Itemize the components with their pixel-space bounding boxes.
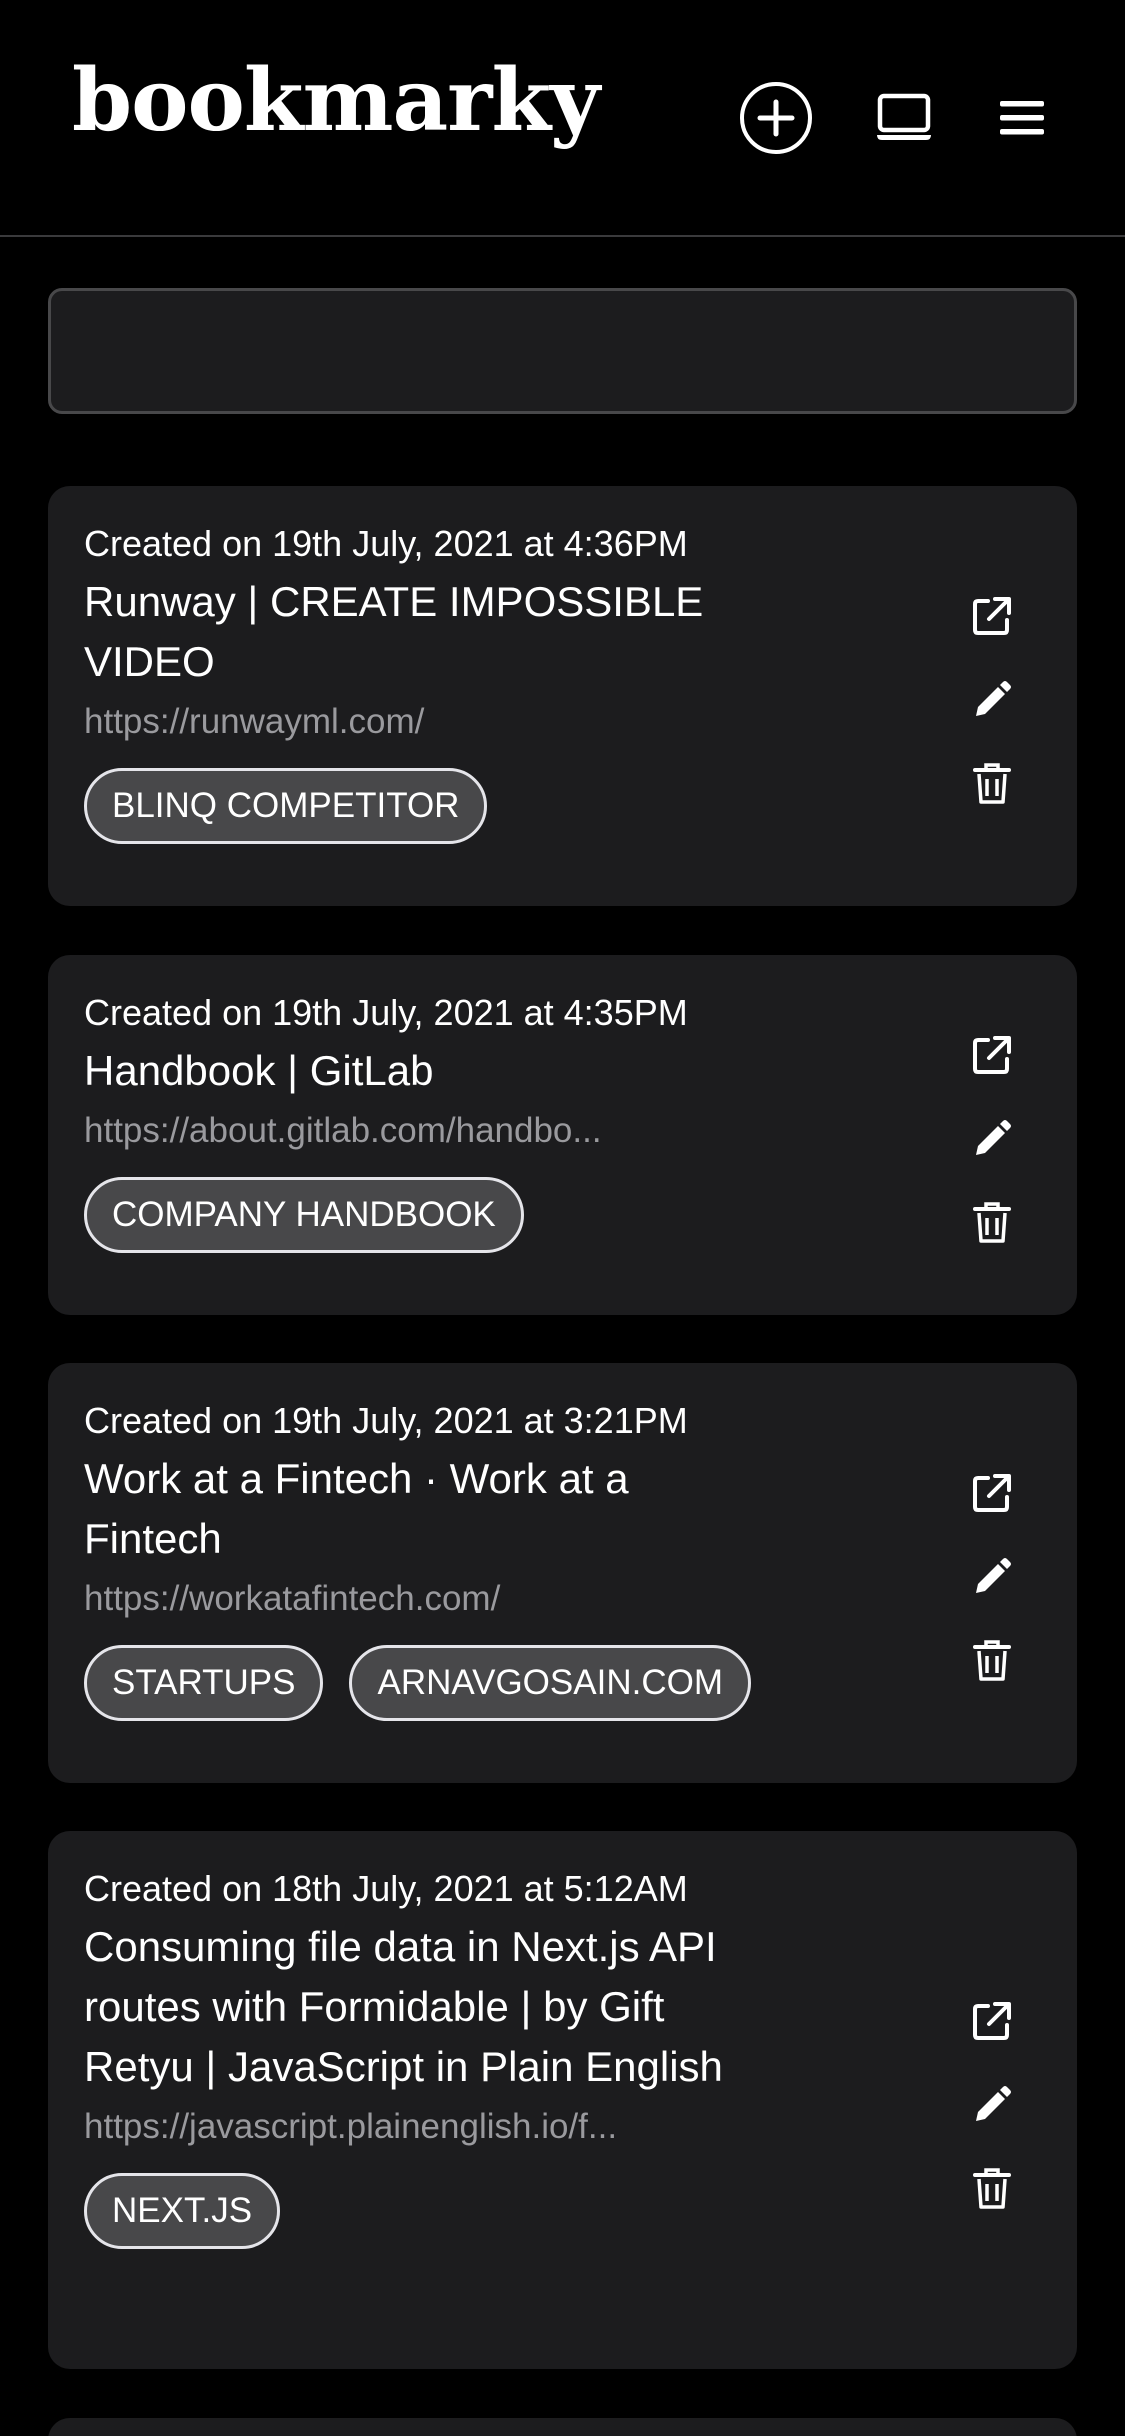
bookmark-card: Created on 19th July, 2021 at 4:35PM Han…: [48, 955, 1077, 1315]
external-link-icon: [973, 1036, 1011, 1074]
tag-chip[interactable]: BLINQ COMPETITOR: [84, 768, 488, 844]
created-date: Created on 19th July, 2021 at 4:35PM: [84, 992, 688, 1033]
card-actions: [966, 1029, 1018, 1281]
edit-button[interactable]: [966, 1551, 1018, 1603]
bookmark-url[interactable]: https://javascript.plainenglish.io/f...: [84, 2103, 724, 2151]
tag-list: BLINQ COMPETITOR: [84, 768, 784, 844]
open-link-button[interactable]: [966, 1029, 1018, 1081]
bookmark-card: Created on 18th July, 2021 at 5:12AM Con…: [48, 1831, 1077, 2369]
delete-button[interactable]: [966, 1635, 1018, 1687]
search-input[interactable]: [48, 288, 1077, 414]
app-logo: bookmarky: [72, 50, 600, 151]
pencil-icon: [976, 1558, 1011, 1593]
bookmark-url[interactable]: https://about.gitlab.com/handbo...: [84, 1107, 724, 1155]
bookmark-title[interactable]: Handbook | GitLab: [84, 1041, 764, 1101]
card-actions: [966, 1467, 1018, 1719]
card-actions: [966, 590, 1018, 842]
add-bookmark-button[interactable]: [736, 78, 816, 158]
app-screen: bookmarky Created on 19th July, 2021 at …: [0, 0, 1125, 2436]
external-link-icon: [973, 1474, 1011, 1512]
laptop-icon: [877, 93, 931, 140]
bookmark-card: Created on 19th July, 2021 at 3:21PM Wor…: [48, 1363, 1077, 1783]
card-actions: [966, 1995, 1018, 2247]
trash-icon: [973, 1640, 1011, 1681]
delete-button[interactable]: [966, 758, 1018, 810]
pencil-icon: [976, 681, 1011, 716]
bookmark-card: Created on 19th July, 2021 at 4:36PM Run…: [48, 486, 1077, 906]
open-link-button[interactable]: [966, 590, 1018, 642]
tag-chip[interactable]: STARTUPS: [84, 1645, 324, 1721]
pencil-icon: [976, 2086, 1011, 2121]
hamburger-menu-icon: [1000, 101, 1044, 135]
app-header: bookmarky: [0, 0, 1125, 237]
delete-button[interactable]: [966, 2163, 1018, 2215]
bookmark-title[interactable]: Runway | CREATE IMPOSSIBLE VIDEO: [84, 572, 764, 692]
created-date: Created on 19th July, 2021 at 4:36PM: [84, 523, 688, 564]
created-date: Created on 18th July, 2021 at 5:12AM: [84, 1868, 688, 1909]
open-link-button[interactable]: [966, 1467, 1018, 1519]
bookmark-card: [48, 2418, 1077, 2436]
delete-button[interactable]: [966, 1197, 1018, 1249]
tag-list: NEXT.JS: [84, 2173, 784, 2249]
tag-list: STARTUPS ARNAVGOSAIN.COM: [84, 1645, 784, 1721]
tag-chip[interactable]: ARNAVGOSAIN.COM: [349, 1645, 751, 1721]
tag-chip[interactable]: NEXT.JS: [84, 2173, 281, 2249]
trash-icon: [973, 2168, 1011, 2209]
bookmark-url[interactable]: https://workatafintech.com/: [84, 1575, 724, 1623]
tag-list: COMPANY HANDBOOK: [84, 1177, 784, 1253]
bookmark-title[interactable]: Work at a Fintech · Work at a Fintech: [84, 1449, 764, 1569]
trash-icon: [973, 1202, 1011, 1243]
trash-icon: [973, 763, 1011, 804]
edit-button[interactable]: [966, 1113, 1018, 1165]
bookmark-title[interactable]: Consuming file data in Next.js API route…: [84, 1917, 764, 2097]
external-link-icon: [973, 2002, 1011, 2040]
edit-button[interactable]: [966, 674, 1018, 726]
tag-chip[interactable]: COMPANY HANDBOOK: [84, 1177, 524, 1253]
bookmark-url[interactable]: https://runwayml.com/: [84, 698, 724, 746]
view-toggle-button[interactable]: [864, 78, 944, 158]
external-link-icon: [973, 597, 1011, 635]
created-date: Created on 19th July, 2021 at 3:21PM: [84, 1400, 688, 1441]
menu-button[interactable]: [982, 78, 1062, 158]
pencil-icon: [976, 1120, 1011, 1155]
open-link-button[interactable]: [966, 1995, 1018, 2047]
edit-button[interactable]: [966, 2079, 1018, 2131]
plus-circle-icon: [740, 82, 812, 154]
